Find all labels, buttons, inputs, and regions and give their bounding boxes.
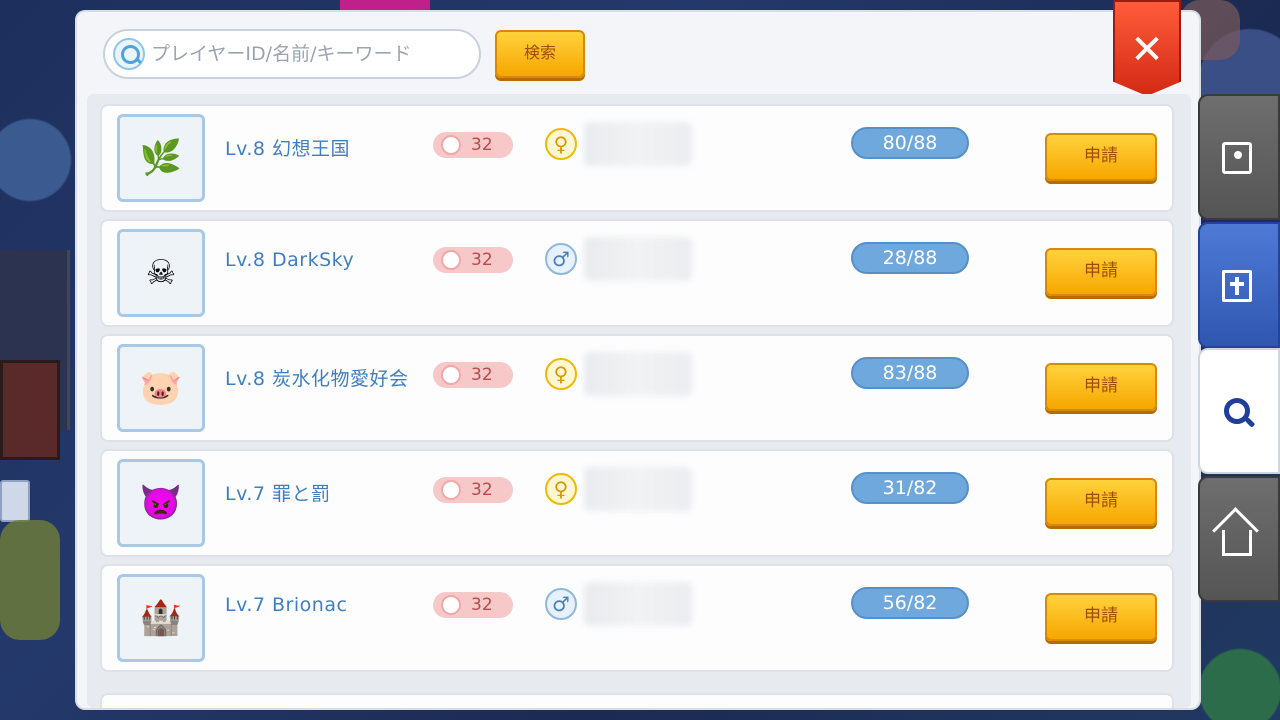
leader-name-blurred <box>584 467 692 511</box>
close-button[interactable]: ✕ <box>1113 0 1181 96</box>
guild-level-badge: 32 <box>433 592 513 618</box>
guild-level-icon <box>441 135 461 155</box>
guild-level-value: 32 <box>471 365 493 385</box>
member-count: 83/88 <box>851 357 969 389</box>
member-count: 28/88 <box>851 242 969 274</box>
guild-search-panel: 検索 ✕ 🌿 Lv.8 幻想王国 32 ♀ 80/88 申請 ☠ Lv.8 Da… <box>77 0 1199 708</box>
guild-level-badge: 32 <box>433 247 513 273</box>
male-icon: ♂ <box>545 588 577 620</box>
search-icon <box>113 38 145 70</box>
member-count: 31/82 <box>851 472 969 504</box>
guild-level-icon <box>441 365 461 385</box>
tab-search[interactable] <box>1198 348 1280 474</box>
guild-name: Lv.7 Brionac <box>225 594 348 616</box>
search-input[interactable] <box>151 39 471 69</box>
guild-level-value: 32 <box>471 480 493 500</box>
guild-list[interactable]: 🌿 Lv.8 幻想王国 32 ♀ 80/88 申請 ☠ Lv.8 DarkSky… <box>87 94 1191 708</box>
close-icon: ✕ <box>1130 27 1164 73</box>
female-icon: ♀ <box>545 128 577 160</box>
apply-button[interactable]: 申請 <box>1045 478 1157 526</box>
tab-guild[interactable] <box>1198 222 1280 348</box>
background-tile <box>0 480 30 522</box>
search-bar <box>103 29 481 79</box>
background-character <box>0 520 60 640</box>
search-button[interactable]: 検索 <box>495 30 585 78</box>
search-icon <box>1224 398 1250 424</box>
apply-button[interactable]: 申請 <box>1045 248 1157 296</box>
guild-emblem-icon: 🌿 <box>117 114 205 202</box>
apply-button[interactable]: 申請 <box>1045 363 1157 411</box>
tab-contacts[interactable] <box>1198 94 1280 220</box>
guild-level-value: 32 <box>471 250 493 270</box>
member-count: 56/82 <box>851 587 969 619</box>
guild-level-icon <box>441 250 461 270</box>
guild-name: Lv.8 DarkSky <box>225 249 355 271</box>
guild-emblem-icon: 🏰 <box>117 574 205 662</box>
guild-emblem-icon: 👿 <box>117 459 205 547</box>
contacts-icon <box>1222 142 1252 174</box>
apply-button[interactable]: 申請 <box>1045 133 1157 181</box>
guild-row: 🌿 Lv.8 幻想王国 32 ♀ 80/88 申請 <box>100 104 1174 212</box>
guild-level-badge: 32 <box>433 477 513 503</box>
female-icon: ♀ <box>545 358 577 390</box>
guild-row: 🏰 Lv.7 Brionac 32 ♂ 56/82 申請 <box>100 564 1174 672</box>
leader-name-blurred <box>584 352 692 396</box>
member-count: 80/88 <box>851 127 969 159</box>
guild-level-badge: 32 <box>433 362 513 388</box>
guild-level-value: 32 <box>471 135 493 155</box>
male-icon: ♂ <box>545 243 577 275</box>
background-scenery <box>340 0 430 12</box>
guild-name: Lv.8 幻想王国 <box>225 138 351 160</box>
guild-icon <box>1222 270 1252 302</box>
tab-guild-house[interactable] <box>1198 476 1280 602</box>
guild-emblem-icon: 🐷 <box>117 344 205 432</box>
guild-row: ☠ Lv.8 DarkSky 32 ♂ 28/88 申請 <box>100 219 1174 327</box>
guild-level-icon <box>441 480 461 500</box>
guild-name: Lv.8 炭水化物愛好会 <box>225 368 409 390</box>
guild-row: 🐷 Lv.8 炭水化物愛好会 32 ♀ 83/88 申請 <box>100 334 1174 442</box>
guild-row-partial <box>100 693 1174 708</box>
female-icon: ♀ <box>545 473 577 505</box>
leader-name-blurred <box>584 582 692 626</box>
guild-level-value: 32 <box>471 595 493 615</box>
guild-house-icon <box>1222 530 1252 556</box>
background-door <box>0 360 60 460</box>
guild-emblem-icon: ☠ <box>117 229 205 317</box>
guild-level-icon <box>441 595 461 615</box>
guild-level-badge: 32 <box>433 132 513 158</box>
guild-row: 👿 Lv.7 罪と罰 32 ♀ 31/82 申請 <box>100 449 1174 557</box>
leader-name-blurred <box>584 237 692 281</box>
guild-name: Lv.7 罪と罰 <box>225 483 331 505</box>
leader-name-blurred <box>584 122 692 166</box>
apply-button[interactable]: 申請 <box>1045 593 1157 641</box>
